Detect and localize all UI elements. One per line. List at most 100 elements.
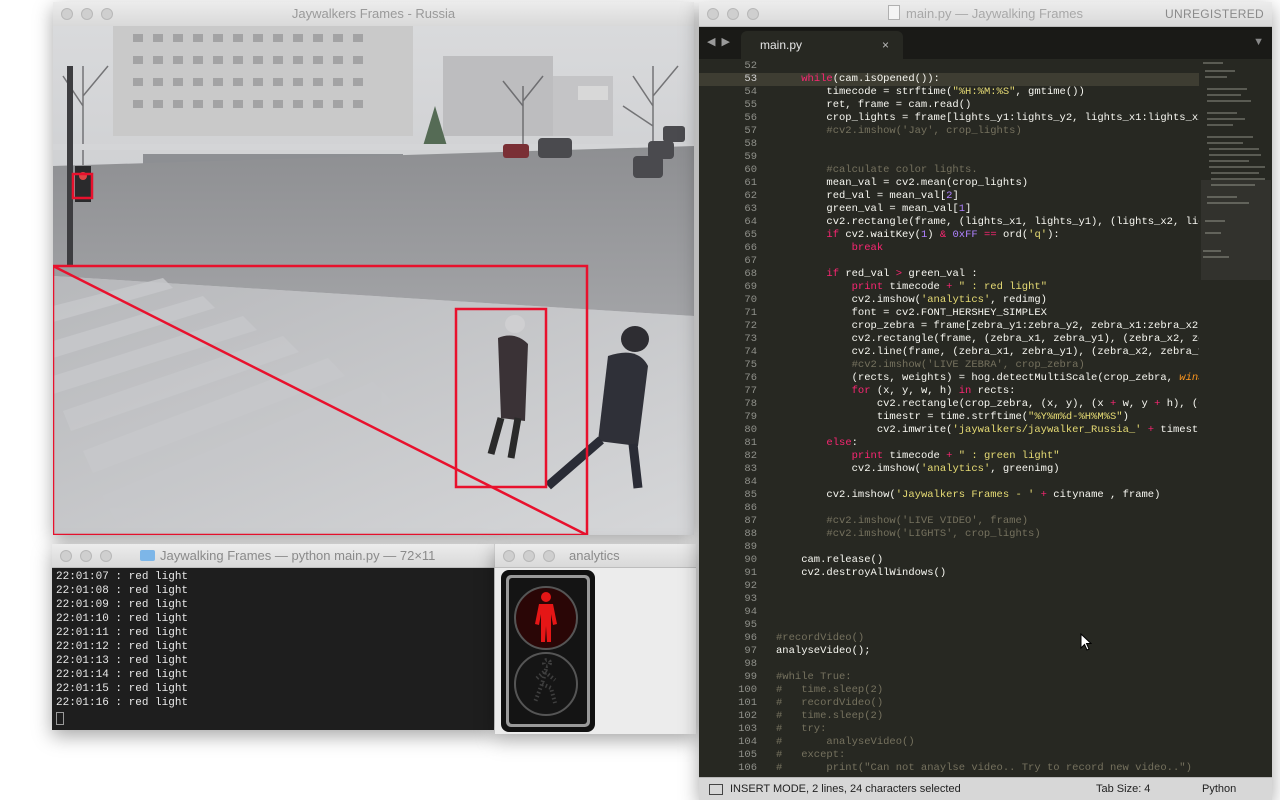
code-line[interactable]: 101 # recordVideo() (699, 697, 1199, 710)
code-line[interactable]: 74 cv2.line(frame, (zebra_x1, zebra_y1),… (699, 346, 1199, 359)
code-line[interactable]: 60 #calculate color lights. (699, 164, 1199, 177)
terminal-output[interactable]: 22:01:07 : red light 22:01:08 : red ligh… (56, 570, 494, 730)
forward-arrow-icon[interactable]: ▶ (721, 36, 735, 48)
line-number: 68 (744, 268, 757, 280)
close-button[interactable] (707, 8, 719, 20)
panel-toggle-icon[interactable] (709, 784, 723, 795)
line-number: 73 (744, 333, 757, 345)
pedestrian-signal-icon (501, 570, 595, 732)
nav-arrows[interactable]: ◀▶ (707, 35, 736, 48)
close-button[interactable] (60, 550, 72, 562)
code-line[interactable]: 87 #cv2.imshow('LIVE VIDEO', frame) (699, 515, 1199, 528)
code-line[interactable]: 78 cv2.rectangle(crop_zebra, (x, y), (x … (699, 398, 1199, 411)
code-line[interactable]: 86 (699, 502, 1199, 515)
code-line[interactable]: 67 (699, 255, 1199, 268)
back-arrow-icon[interactable]: ◀ (707, 36, 721, 48)
editor-window[interactable]: main.py — Jaywalking Frames UNREGISTERED… (699, 2, 1272, 800)
minimize-button[interactable] (523, 550, 535, 562)
tab-close-icon[interactable]: × (882, 31, 889, 59)
code-line[interactable]: 92 (699, 580, 1199, 593)
code-line[interactable]: 81 else: (699, 437, 1199, 450)
code-line[interactable]: 57 #cv2.imshow('Jay', crop_lights) (699, 125, 1199, 138)
zoom-button[interactable] (100, 550, 112, 562)
close-button[interactable] (61, 8, 73, 20)
tab-bar: ◀▶ main.py × ▼ (699, 27, 1272, 59)
code-line[interactable]: 105 # except: (699, 749, 1199, 762)
code-area[interactable]: 52 53 while(cam.isOpened()): 54 timecode =… (699, 60, 1199, 778)
code-line[interactable]: 90 cam.release() (699, 554, 1199, 567)
code-line[interactable]: 66 break (699, 242, 1199, 255)
line-number: 53 (744, 73, 757, 85)
analytics-window[interactable]: analytics (495, 544, 696, 734)
code-line[interactable]: 79 timestr = time.strftime("%Y%m%d-%H%M%… (699, 411, 1199, 424)
code-line[interactable]: 52 (699, 60, 1199, 73)
code-text: #while True: (776, 671, 852, 683)
tab-main-py[interactable]: main.py × (741, 31, 903, 59)
code-line[interactable]: 82 print timecode + " : green light" (699, 450, 1199, 463)
code-line[interactable]: 94 (699, 606, 1199, 619)
code-line[interactable]: 70 cv2.imshow('analytics', redimg) (699, 294, 1199, 307)
code-line[interactable]: 77 for (x, y, w, h) in rects: (699, 385, 1199, 398)
code-line[interactable]: 97 analyseVideo(); (699, 645, 1199, 658)
code-line[interactable]: 75 #cv2.imshow('LIVE ZEBRA', crop_zebra) (699, 359, 1199, 372)
code-line[interactable]: 83 cv2.imshow('analytics', greenimg) (699, 463, 1199, 476)
analytics-titlebar[interactable]: analytics (495, 544, 696, 568)
minimap[interactable] (1201, 60, 1271, 280)
zoom-button[interactable] (101, 8, 113, 20)
code-line[interactable]: 56 crop_lights = frame[lights_y1:lights_… (699, 112, 1199, 125)
code-line[interactable]: 71 font = cv2.FONT_HERSHEY_SIMPLEX (699, 307, 1199, 320)
code-line[interactable]: 103 # try: (699, 723, 1199, 736)
code-text: if cv2.waitKey(1) & 0xFF == ord('q'): (826, 229, 1060, 241)
zoom-button[interactable] (543, 550, 555, 562)
line-number: 86 (744, 502, 757, 514)
code-line[interactable]: 68 if red_val > green_val : (699, 268, 1199, 281)
code-line[interactable]: 84 (699, 476, 1199, 489)
line-number: 97 (744, 645, 757, 657)
code-line[interactable]: 99 #while True: (699, 671, 1199, 684)
code-line[interactable]: 88 #cv2.imshow('LIGHTS', crop_lights) (699, 528, 1199, 541)
code-line[interactable]: 80 cv2.imwrite('jaywalkers/jaywalker_Rus… (699, 424, 1199, 437)
code-line[interactable]: 93 (699, 593, 1199, 606)
syntax-selector[interactable]: Python (1202, 778, 1236, 800)
code-line[interactable]: 54 timecode = strftime("%H:%M:%S", gmtim… (699, 86, 1199, 99)
video-window[interactable]: Jaywalkers Frames - Russia (53, 2, 694, 535)
terminal-titlebar[interactable]: Jaywalking Frames — python main.py — 72×… (52, 544, 494, 568)
editor-titlebar[interactable]: main.py — Jaywalking Frames UNREGISTERED (699, 2, 1272, 27)
code-line[interactable]: 72 crop_zebra = frame[zebra_y1:zebra_y2,… (699, 320, 1199, 333)
code-line[interactable]: 102 # time.sleep(2) (699, 710, 1199, 723)
code-line[interactable]: 76 (rects, weights) = hog.detectMultiSca… (699, 372, 1199, 385)
code-text: # print("Can not anaylse video.. Try to … (776, 762, 1192, 774)
minimize-button[interactable] (81, 8, 93, 20)
code-line[interactable]: 58 (699, 138, 1199, 151)
code-line[interactable]: 64 cv2.rectangle(frame, (lights_x1, ligh… (699, 216, 1199, 229)
terminal-window[interactable]: Jaywalking Frames — python main.py — 72×… (52, 544, 494, 730)
tab-menu-icon[interactable]: ▼ (1253, 36, 1264, 48)
code-line[interactable]: 73 cv2.rectangle(frame, (zebra_x1, zebra… (699, 333, 1199, 346)
code-line[interactable]: 100 # time.sleep(2) (699, 684, 1199, 697)
tab-size-setting[interactable]: Tab Size: 4 (1096, 778, 1150, 800)
code-line[interactable]: 61 mean_val = cv2.mean(crop_lights) (699, 177, 1199, 190)
code-line[interactable]: 85 cv2.imshow('Jaywalkers Frames - ' + c… (699, 489, 1199, 502)
zoom-button[interactable] (747, 8, 759, 20)
video-window-titlebar[interactable]: Jaywalkers Frames - Russia (53, 2, 694, 27)
code-line[interactable]: 55 ret, frame = cam.read() (699, 99, 1199, 112)
minimize-button[interactable] (80, 550, 92, 562)
code-line[interactable]: 106 # print("Can not anaylse video.. Try … (699, 762, 1199, 775)
code-line[interactable]: 104 # analyseVideo() (699, 736, 1199, 749)
code-line[interactable]: 65 if cv2.waitKey(1) & 0xFF == ord('q'): (699, 229, 1199, 242)
code-line[interactable]: 62 red_val = mean_val[2] (699, 190, 1199, 203)
code-line[interactable]: 59 (699, 151, 1199, 164)
code-line[interactable]: 95 (699, 619, 1199, 632)
line-number: 102 (738, 710, 757, 722)
code-line[interactable]: 53 while(cam.isOpened()): (699, 73, 1199, 86)
code-line[interactable]: 91 cv2.destroyAllWindows() (699, 567, 1199, 580)
code-line[interactable]: 63 green_val = mean_val[1] (699, 203, 1199, 216)
code-line[interactable]: 98 (699, 658, 1199, 671)
code-line[interactable]: 89 (699, 541, 1199, 554)
close-button[interactable] (503, 550, 515, 562)
code-line[interactable]: 96 #recordVideo() (699, 632, 1199, 645)
code-line[interactable]: 69 print timecode + " : red light" (699, 281, 1199, 294)
minimize-button[interactable] (727, 8, 739, 20)
code-text: (rects, weights) = hog.detectMultiScale(… (776, 372, 1199, 384)
line-number: 84 (744, 476, 757, 488)
